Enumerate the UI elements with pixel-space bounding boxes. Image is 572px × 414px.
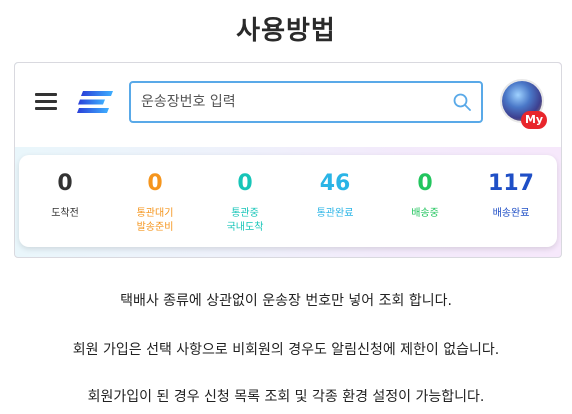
description-line-1: 택배사 종류에 상관없이 운송장 번호만 넣어 조회 합니다. <box>120 293 452 309</box>
top-bar: My <box>15 63 561 147</box>
status-summary: 0 도착전 0 통관대기 발송준비 0 통관중 국내도착 46 통관완료 0 배… <box>19 155 557 247</box>
tracking-number-input[interactable] <box>141 83 441 121</box>
stat-value: 0 <box>417 171 433 196</box>
stat-customs-waiting[interactable]: 0 통관대기 발송준비 <box>109 155 201 247</box>
search-icon[interactable] <box>453 93 471 111</box>
brand-logo-icon[interactable] <box>77 91 113 113</box>
stat-customs-cleared[interactable]: 46 통관완료 <box>289 155 381 247</box>
app-preview-card: My 0 도착전 0 통관대기발송준비 0 통관중국내도착 46 통관완료 <box>14 62 562 258</box>
stat-label: 배송완료 <box>492 208 530 219</box>
stat-label: 도착전 <box>51 208 79 219</box>
stat-value: 0 <box>147 171 163 196</box>
stat-value: 117 <box>488 171 534 196</box>
stat-value: 46 <box>319 171 351 196</box>
stat-label: 배송중 <box>411 208 439 219</box>
hamburger-menu-icon[interactable] <box>35 93 57 111</box>
my-badge[interactable]: My <box>521 111 547 129</box>
stat-label: 통관중 국내도착 <box>226 208 264 233</box>
description-line-3: 회원가입이 된 경우 신청 목록 조회 및 각종 환경 설정이 가능합니다. <box>87 389 485 405</box>
stat-label: 통관대기 발송준비 <box>136 208 174 233</box>
description-line-2: 회원 가입은 선택 사항으로 비회원의 경우도 알림신청에 제한이 없습니다. <box>72 342 500 358</box>
stat-value: 0 <box>237 171 253 196</box>
page-title: 사용방법 <box>236 16 336 46</box>
stat-label: 통관완료 <box>316 208 354 219</box>
stat-before-arrival[interactable]: 0 도착전 <box>19 155 111 247</box>
search-box <box>129 81 483 123</box>
stat-delivered[interactable]: 117 배송완료 <box>465 155 557 247</box>
stat-in-delivery[interactable]: 0 배송중 <box>379 155 471 247</box>
stat-value: 0 <box>57 171 73 196</box>
stat-in-customs[interactable]: 0 통관중 국내도착 <box>199 155 291 247</box>
